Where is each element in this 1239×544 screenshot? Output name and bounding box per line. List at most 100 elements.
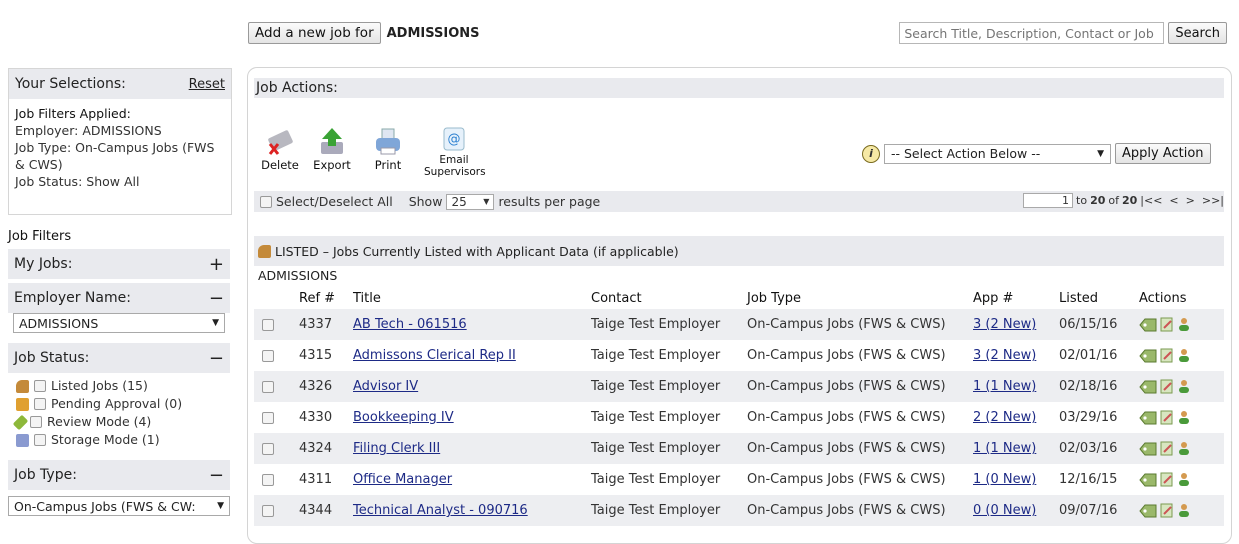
- collapse-minus-icon[interactable]: −: [209, 288, 224, 309]
- contact-person-icon[interactable]: [1177, 441, 1191, 456]
- row-contact: Taige Test Employer: [591, 495, 747, 526]
- status-checkbox[interactable]: [30, 416, 42, 428]
- row-actions: [1139, 464, 1224, 495]
- job-title-link[interactable]: Bookkeeping IV: [353, 410, 454, 425]
- tag-icon[interactable]: [1139, 380, 1157, 394]
- tag-icon[interactable]: [1139, 442, 1157, 456]
- job-title-link[interactable]: Technical Analyst - 090716: [353, 503, 528, 518]
- applicants-link[interactable]: 3 (2 New): [973, 348, 1036, 363]
- table-header-row: Ref # Title Contact Job Type App # Liste…: [254, 287, 1224, 309]
- employer-select[interactable]: ADMISSIONS ▼: [13, 313, 225, 333]
- status-pending[interactable]: Pending Approval (0): [16, 395, 182, 413]
- export-tool[interactable]: Export: [310, 126, 354, 172]
- job-title-link[interactable]: AB Tech - 061516: [353, 317, 467, 332]
- row-checkbox[interactable]: [262, 318, 274, 331]
- status-label: Listed Jobs (15): [51, 378, 148, 393]
- status-checkbox[interactable]: [34, 380, 46, 392]
- row-actions: [1139, 433, 1224, 464]
- table-row: 4315 Admissons Clerical Rep II Taige Test …: [254, 340, 1224, 371]
- reset-link[interactable]: Reset: [189, 77, 225, 92]
- select-all-label[interactable]: Select/Deselect All: [276, 194, 393, 209]
- status-storage[interactable]: Storage Mode (1): [16, 431, 182, 449]
- row-checkbox[interactable]: [262, 380, 274, 393]
- action-select[interactable]: -- Select Action Below -- ▼: [884, 143, 1111, 164]
- row-checkbox[interactable]: [262, 349, 274, 362]
- job-title-link[interactable]: Admissons Clerical Rep II: [353, 348, 516, 363]
- contact-person-icon[interactable]: [1177, 472, 1191, 487]
- row-checkbox[interactable]: [262, 473, 274, 486]
- row-job-type: On-Campus Jobs (FWS & CWS): [747, 348, 946, 363]
- print-tool[interactable]: Print: [370, 126, 406, 172]
- row-checkbox[interactable]: [262, 442, 274, 455]
- pager-end: 20: [1090, 194, 1106, 207]
- status-listed[interactable]: Listed Jobs (15): [16, 377, 182, 395]
- tag-icon[interactable]: [1139, 318, 1157, 332]
- contact-person-icon[interactable]: [1177, 379, 1191, 394]
- expand-plus-icon[interactable]: +: [209, 254, 224, 275]
- my-jobs-filter[interactable]: My Jobs: +: [8, 249, 230, 279]
- contact-person-icon[interactable]: [1177, 317, 1191, 332]
- edit-icon[interactable]: [1160, 348, 1174, 363]
- apply-action-button[interactable]: Apply Action: [1115, 143, 1211, 164]
- email-supervisors-tool[interactable]: @ Email Supervisors: [424, 126, 486, 178]
- job-type-select[interactable]: On-Campus Jobs (FWS & CW: ▼: [8, 496, 230, 516]
- job-type-filter[interactable]: Job Type: −: [8, 460, 230, 490]
- contact-person-icon[interactable]: [1177, 410, 1191, 425]
- header-job-type: Job Type: [747, 290, 802, 306]
- export-icon: [321, 128, 343, 154]
- applicants-link[interactable]: 2 (2 New): [973, 410, 1036, 425]
- row-checkbox[interactable]: [262, 411, 274, 424]
- row-app-cell: 3 (2 New): [973, 309, 1059, 340]
- print-label: Print: [374, 158, 402, 172]
- my-jobs-label: My Jobs:: [14, 256, 73, 272]
- status-checkbox[interactable]: [34, 434, 46, 446]
- tag-icon[interactable]: [1139, 504, 1157, 518]
- delete-tool[interactable]: Delete: [260, 126, 300, 172]
- edit-icon[interactable]: [1160, 472, 1174, 487]
- applicants-link[interactable]: 1 (0 New): [973, 472, 1036, 487]
- search-input[interactable]: [899, 22, 1165, 44]
- collapse-minus-icon[interactable]: −: [209, 465, 224, 486]
- applicants-link[interactable]: 1 (1 New): [973, 441, 1036, 456]
- row-ref: 4337: [299, 309, 353, 340]
- tag-icon[interactable]: [1139, 349, 1157, 363]
- row-checkbox[interactable]: [262, 504, 274, 517]
- edit-icon[interactable]: [1160, 317, 1174, 332]
- status-review[interactable]: Review Mode (4): [12, 413, 182, 431]
- edit-icon[interactable]: [1160, 503, 1174, 518]
- row-app-cell: 1 (0 New): [973, 464, 1059, 495]
- pager-nav[interactable]: |<< < > >>|: [1140, 194, 1224, 207]
- employer-name-filter[interactable]: Employer Name: −: [8, 283, 230, 313]
- svg-text:@: @: [448, 132, 461, 147]
- applicants-link[interactable]: 1 (1 New): [973, 379, 1036, 394]
- row-actions: [1139, 309, 1224, 340]
- row-title-cell: Office Manager: [353, 464, 591, 495]
- status-checkbox[interactable]: [34, 398, 46, 410]
- pagination: 1 to 20 of 20 |<< < > >>|: [1023, 193, 1224, 208]
- edit-icon[interactable]: [1160, 410, 1174, 425]
- edit-icon[interactable]: [1160, 441, 1174, 456]
- job-status-filter[interactable]: Job Status: −: [8, 343, 230, 373]
- row-ref: 4344: [299, 495, 353, 526]
- job-title-link[interactable]: Filing Clerk III: [353, 441, 440, 456]
- edit-icon[interactable]: [1160, 379, 1174, 394]
- contact-person-icon[interactable]: [1177, 348, 1191, 363]
- applicants-link[interactable]: 0 (0 New): [973, 503, 1036, 518]
- collapse-minus-icon[interactable]: −: [209, 348, 224, 369]
- per-page-value: 25: [451, 194, 467, 209]
- page-input[interactable]: 1: [1023, 193, 1074, 208]
- your-selections-header: Your Selections: Reset: [9, 69, 231, 99]
- row-job-type: On-Campus Jobs (FWS & CWS): [747, 433, 973, 464]
- per-page-select[interactable]: 25 ▼: [446, 193, 495, 210]
- tag-icon[interactable]: [1139, 411, 1157, 425]
- job-title-link[interactable]: Advisor IV: [353, 379, 418, 394]
- info-icon[interactable]: i: [862, 144, 880, 163]
- tag-icon[interactable]: [1139, 473, 1157, 487]
- search-button[interactable]: Search: [1168, 22, 1227, 44]
- job-title-link[interactable]: Office Manager: [353, 472, 452, 487]
- select-all-checkbox[interactable]: [260, 195, 272, 208]
- contact-person-icon[interactable]: [1177, 503, 1191, 518]
- add-job-button[interactable]: Add a new job for: [248, 22, 381, 44]
- job-actions-header: Job Actions:: [254, 78, 1224, 98]
- applicants-link[interactable]: 3 (2 New): [973, 317, 1036, 332]
